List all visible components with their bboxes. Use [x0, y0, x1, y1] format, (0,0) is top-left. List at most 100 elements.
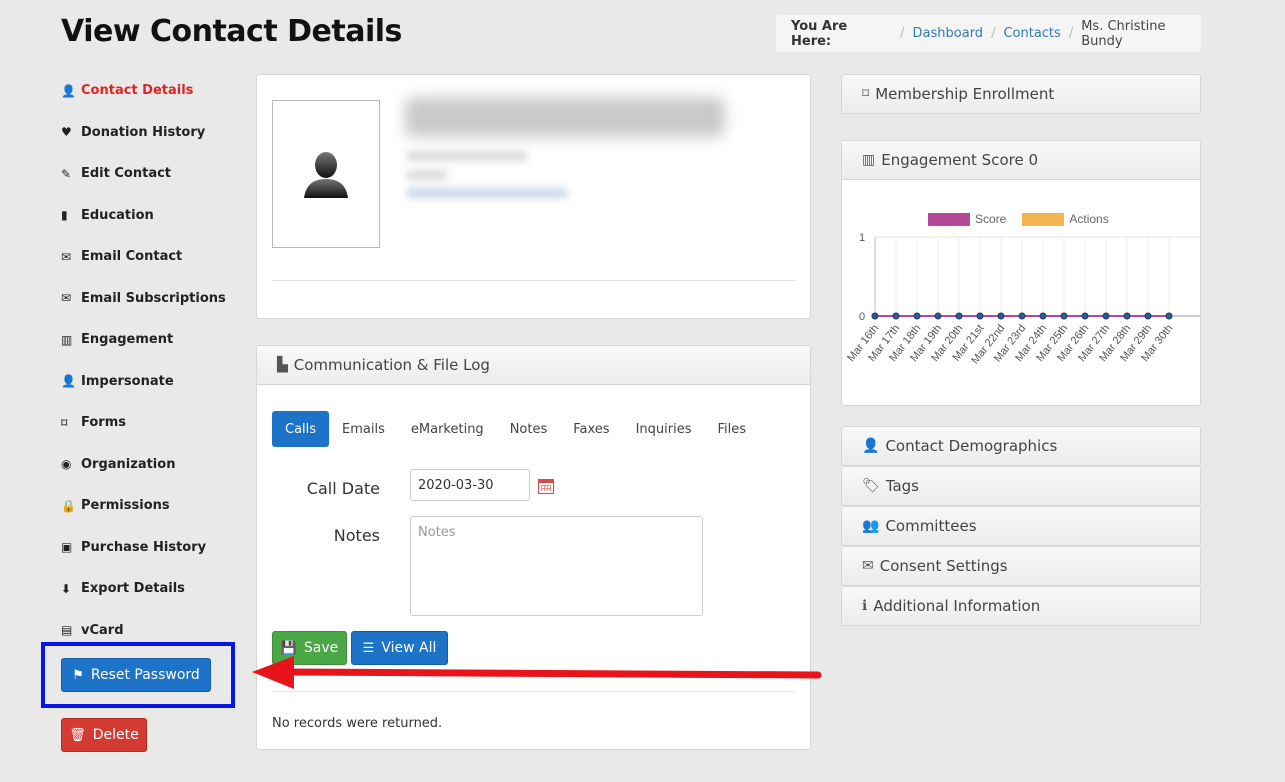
data-point[interactable] — [1018, 312, 1026, 320]
no-records-message: No records were returned. — [272, 716, 443, 731]
breadcrumb-dashboard-link[interactable]: Dashboard — [913, 26, 984, 41]
membership-enrollment-header[interactable]: ⌑ Membership Enrollment — [841, 74, 1201, 114]
data-point[interactable] — [1060, 312, 1068, 320]
sidebar-item-label: Education — [81, 207, 154, 223]
notes-textarea[interactable]: Notes — [410, 516, 703, 616]
sidebar-item-email-subscriptions[interactable]: ✉ Email Subscriptions — [61, 278, 241, 320]
trash-icon: 🗑 — [69, 727, 86, 743]
sidebar-item-education[interactable]: ▮ Education — [61, 195, 241, 237]
data-point[interactable] — [955, 312, 963, 320]
tab-emarketing[interactable]: eMarketing — [398, 411, 497, 447]
call-date-label: Call Date — [306, 479, 380, 498]
data-point[interactable] — [976, 312, 984, 320]
sidebar-item-impersonate[interactable]: 👤 Impersonate — [61, 361, 241, 403]
page-title: View Contact Details — [61, 14, 402, 49]
sidebar-item-purchase-history[interactable]: ▣ Purchase History — [61, 527, 241, 569]
sidebar-item-donation-history[interactable]: ♥ Donation History — [61, 112, 241, 154]
flag-icon: ⚑ — [72, 667, 84, 683]
sidebar-item-permissions[interactable]: 🔒 Permissions — [61, 485, 241, 527]
data-point[interactable] — [1144, 312, 1152, 320]
accordion-tags[interactable]: 🏷 Tags — [841, 466, 1201, 506]
y-tick-label: 0 — [859, 311, 865, 323]
sidebar-item-label: Organization — [81, 456, 176, 472]
sidebar-item-contact-details[interactable]: 👤 Contact Details — [61, 70, 241, 112]
sidebar-item-email-contact[interactable]: ✉ Email Contact — [61, 236, 241, 278]
data-point[interactable] — [1039, 312, 1047, 320]
redacted-line — [407, 170, 447, 180]
sidebar-item-label: Purchase History — [81, 539, 207, 555]
redacted-line — [407, 151, 527, 161]
call-date-input[interactable]: 2020-03-30 — [410, 469, 530, 501]
breadcrumb: You Are Here: / Dashboard / Contacts / M… — [776, 15, 1201, 52]
bar-chart-icon: ▥ — [862, 152, 876, 168]
accordion-committees[interactable]: 👥 Committees — [841, 506, 1201, 546]
data-point[interactable] — [934, 312, 942, 320]
accordion-contact-demographics[interactable]: 👤 Contact Demographics — [841, 426, 1201, 466]
data-point[interactable] — [997, 312, 1005, 320]
download-icon: ⬇ — [61, 581, 72, 596]
sidebar-item-organization[interactable]: ◉ Organization — [61, 444, 241, 486]
tags-icon: 🏷 — [862, 478, 880, 494]
envelope-icon: ✉ — [61, 291, 72, 306]
tab-calls[interactable]: Calls — [272, 411, 330, 447]
eye-icon: ◉ — [61, 457, 72, 472]
sidebar-item-forms[interactable]: ⌑ Forms — [61, 402, 241, 444]
engagement-panel: ▥ Engagement Score 0 Score Actions 0 1 Mar … — [841, 140, 1201, 406]
sidebar-nav: 👤 Contact Details ♥ Donation History ✎ Edit C… — [61, 70, 241, 651]
y-tick-label: 1 — [859, 232, 865, 244]
tab-emails[interactable]: Emails — [329, 411, 398, 447]
data-point[interactable] — [871, 312, 879, 320]
accordion-consent-settings[interactable]: ✉ Consent Settings — [841, 546, 1201, 586]
sidebar-item-label: Permissions — [81, 498, 170, 514]
red-arrow-annotation — [252, 656, 822, 689]
contact-name-redacted — [405, 97, 725, 137]
sidebar-item-label: vCard — [81, 622, 124, 638]
list-icon: ☰ — [362, 640, 375, 656]
user-silhouette-icon — [304, 152, 348, 198]
engagement-chart: 01Mar 16thMar 17thMar 18thMar 19thMar 20… — [845, 232, 1200, 366]
user-icon: 👤 — [61, 83, 76, 98]
sidebar-item-engagement[interactable]: ▥ Engagement — [61, 319, 241, 361]
sidebar-item-label: Email Contact — [81, 249, 183, 265]
sidebar-item-label: Donation History — [81, 124, 206, 140]
envelope-icon: ✉ — [61, 249, 72, 264]
bookmark-icon: ⌑ — [862, 86, 870, 102]
data-point[interactable] — [1102, 312, 1110, 320]
edit-icon: ✎ — [61, 166, 72, 181]
data-point[interactable] — [1123, 312, 1131, 320]
data-point[interactable] — [1081, 312, 1089, 320]
tab-faxes[interactable]: Faxes — [560, 411, 622, 447]
users-icon: 👥 — [862, 518, 880, 534]
lock-icon: 🔒 — [61, 498, 76, 513]
tab-notes[interactable]: Notes — [497, 411, 561, 447]
delete-button[interactable]: 🗑 Delete — [61, 718, 147, 752]
heart-icon: ♥ — [61, 125, 72, 140]
sidebar-item-edit-contact[interactable]: ✎ Edit Contact — [61, 153, 241, 195]
panel-header[interactable]: ▥ Engagement Score 0 — [842, 141, 1200, 180]
redacted-link — [407, 188, 567, 198]
sidebar-item-label: Email Subscriptions — [81, 290, 226, 306]
money-icon: ▣ — [61, 540, 73, 555]
data-point[interactable] — [892, 312, 900, 320]
log-tabs: Calls Emails eMarketing Notes Faxes Inquiries… — [272, 411, 759, 447]
sidebar-item-label: Forms — [81, 415, 126, 431]
reset-password-button[interactable]: ⚑ Reset Password — [61, 658, 211, 692]
floppy-disk-icon: 💾 — [280, 640, 297, 656]
breadcrumb-contacts-link[interactable]: Contacts — [1003, 26, 1060, 41]
tab-inquiries[interactable]: Inquiries — [623, 411, 705, 447]
calendar-icon[interactable] — [538, 479, 554, 494]
profile-panel — [256, 74, 811, 319]
file-icon: ▙ — [277, 357, 288, 373]
breadcrumb-label: You Are Here: — [791, 18, 848, 49]
data-point[interactable] — [1165, 312, 1173, 320]
envelope-icon: ✉ — [862, 558, 874, 574]
info-icon: ℹ — [862, 598, 868, 614]
book-icon: ▮ — [61, 208, 68, 223]
sidebar-item-export-details[interactable]: ⬇ Export Details — [61, 568, 241, 610]
data-point[interactable] — [913, 312, 921, 320]
tab-files[interactable]: Files — [704, 411, 759, 447]
accordion-additional-information[interactable]: ℹ Additional Information — [841, 586, 1201, 626]
sidebar-item-label: Impersonate — [81, 373, 174, 389]
bar-chart-icon: ▥ — [61, 332, 73, 347]
sidebar-item-label: Engagement — [81, 332, 174, 348]
